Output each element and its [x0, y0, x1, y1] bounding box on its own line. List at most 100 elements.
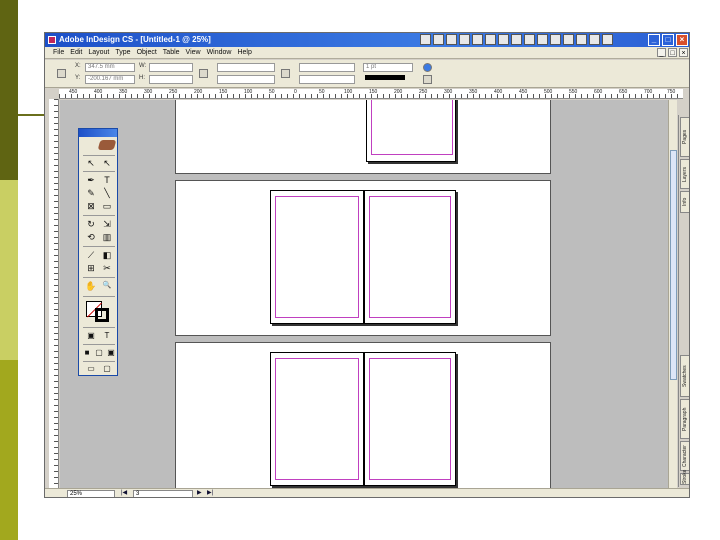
doc-minimize-button[interactable]: _ [657, 48, 666, 57]
spread-2-left-page[interactable] [270, 190, 364, 324]
normal-view-icon[interactable]: ■ [81, 347, 93, 359]
tab-layers[interactable]: Layers [680, 159, 689, 189]
tray-icon[interactable] [602, 34, 613, 45]
y-position-field[interactable]: -200.167 mm [85, 75, 135, 84]
ruler-label: 550 [569, 89, 578, 95]
menu-file[interactable]: File [53, 47, 64, 58]
doc-close-button[interactable]: × [679, 48, 688, 57]
stroke-swatch-icon[interactable] [95, 308, 109, 322]
presentation-mode-icon[interactable]: ▢ [100, 363, 114, 375]
stroke-weight-field[interactable]: 1 pt [363, 63, 413, 72]
line-tool-icon[interactable]: ╲ [100, 187, 114, 199]
tray-icon[interactable] [511, 34, 522, 45]
height-field[interactable] [149, 75, 193, 84]
selection-tool-icon[interactable]: ↖ [84, 157, 98, 169]
tray-icon[interactable] [589, 34, 600, 45]
tray-icon[interactable] [550, 34, 561, 45]
tab-stroke[interactable]: Stroke [680, 470, 689, 485]
hand-tool-icon[interactable]: ✋ [84, 280, 98, 292]
spread-3-left-page[interactable] [270, 352, 364, 486]
menu-view[interactable]: View [186, 47, 201, 58]
doc-maximize-button[interactable]: □ [668, 48, 677, 57]
zoom-tool-icon[interactable]: 🔍 [100, 280, 114, 292]
rectangle-tool-icon[interactable]: ▭ [100, 200, 114, 212]
pen-tool-icon[interactable]: ✒ [84, 174, 98, 186]
x-position-field[interactable]: 347.5 mm [85, 63, 135, 72]
next-page-button[interactable]: ▶ [197, 489, 202, 497]
maximize-button[interactable]: □ [662, 34, 674, 46]
preview-view-icon[interactable]: ▢ [93, 347, 105, 359]
formatting-container-icon[interactable]: ▣ [84, 330, 98, 342]
menu-window[interactable]: Window [207, 47, 232, 58]
spread-2-right-page[interactable] [364, 190, 456, 324]
tools-palette: ↖ ↖ ✒ T ✎ ╲ ⊠ ▭ ↻ ⇲ ⟲ ▥ ⟋ ◧ ⊞ ✂ ✋ 🔍 ▣ T … [78, 128, 118, 376]
menu-layout[interactable]: Layout [88, 47, 109, 58]
divider [83, 215, 115, 216]
rectangle-frame-tool-icon[interactable]: ⊠ [84, 200, 98, 212]
button-tool-icon[interactable]: ⊞ [84, 262, 98, 274]
vertical-scrollbar[interactable] [668, 100, 677, 488]
scale-tool-icon[interactable]: ⇲ [100, 218, 114, 230]
scissors-tool-icon[interactable]: ✂ [100, 262, 114, 274]
first-page-button[interactable]: |◀ [121, 489, 127, 497]
constrain-proportions-icon[interactable] [199, 69, 208, 78]
tray-icon[interactable] [459, 34, 470, 45]
last-page-button[interactable]: ▶| [207, 489, 213, 497]
go-icon[interactable] [423, 63, 432, 72]
rotation-angle-field[interactable] [299, 63, 355, 72]
reference-point-icon[interactable] [57, 69, 66, 78]
zoom-level-field[interactable]: 25% [67, 490, 115, 497]
tab-swatches[interactable]: Swatches [680, 355, 689, 397]
tray-icon[interactable] [420, 34, 431, 45]
page-number-field[interactable]: 3 [133, 490, 193, 497]
tray-icon[interactable] [576, 34, 587, 45]
tab-info[interactable]: Info [680, 191, 689, 213]
gradient-tool-icon[interactable]: ▥ [100, 231, 114, 243]
constrain-scale-icon[interactable] [281, 69, 290, 78]
menu-edit[interactable]: Edit [70, 47, 82, 58]
scrollbar-thumb[interactable] [670, 150, 677, 380]
tray-icon[interactable] [472, 34, 483, 45]
tray-icon[interactable] [563, 34, 574, 45]
formatting-text-icon[interactable]: T [100, 330, 114, 342]
screen-mode-icon[interactable]: ▭ [84, 363, 98, 375]
ruler-label: 0 [294, 89, 297, 95]
scale-x-field[interactable] [217, 63, 275, 72]
type-tool-icon[interactable]: T [100, 174, 114, 186]
tab-paragraph-styles[interactable]: Paragraph Styles [680, 399, 689, 439]
menu-table[interactable]: Table [163, 47, 180, 58]
pencil-tool-icon[interactable]: ✎ [84, 187, 98, 199]
fill-stroke-swatch[interactable] [86, 301, 112, 323]
tray-icon[interactable] [485, 34, 496, 45]
ruler-label: 100 [344, 89, 353, 95]
close-button[interactable]: × [676, 34, 688, 46]
ruler-label: 50 [269, 89, 275, 95]
shear-angle-field[interactable] [299, 75, 355, 84]
free-transform-tool-icon[interactable]: ⟲ [84, 231, 98, 243]
spread-3-right-page[interactable] [364, 352, 456, 486]
tab-character-styles[interactable]: Character Styles [680, 441, 689, 471]
stroke-type-selector[interactable] [365, 75, 405, 80]
pasteboard[interactable] [60, 100, 668, 488]
bleed-view-icon[interactable]: ▣ [105, 347, 117, 359]
gradient-swatch-icon[interactable]: ◧ [100, 249, 114, 261]
menu-type[interactable]: Type [115, 47, 130, 58]
width-field[interactable] [149, 63, 193, 72]
minimize-button[interactable]: _ [648, 34, 660, 46]
rotate-tool-icon[interactable]: ↻ [84, 218, 98, 230]
spread-1-right-page[interactable] [366, 100, 456, 162]
menu-help[interactable]: Help [237, 47, 251, 58]
tab-pages[interactable]: Pages [680, 117, 689, 157]
tray-icon[interactable] [446, 34, 457, 45]
tray-icon[interactable] [433, 34, 444, 45]
menu-object[interactable]: Object [137, 47, 157, 58]
direct-selection-tool-icon[interactable]: ↖ [100, 157, 114, 169]
tray-icon[interactable] [524, 34, 535, 45]
tray-icon[interactable] [537, 34, 548, 45]
scale-y-field[interactable] [217, 75, 275, 84]
eyedropper-tool-icon[interactable]: ⟋ [84, 249, 98, 261]
left-accent-band-dark [0, 0, 18, 180]
tools-palette-titlebar[interactable] [79, 129, 117, 137]
tray-icon[interactable] [498, 34, 509, 45]
new-document-icon[interactable] [423, 75, 432, 84]
